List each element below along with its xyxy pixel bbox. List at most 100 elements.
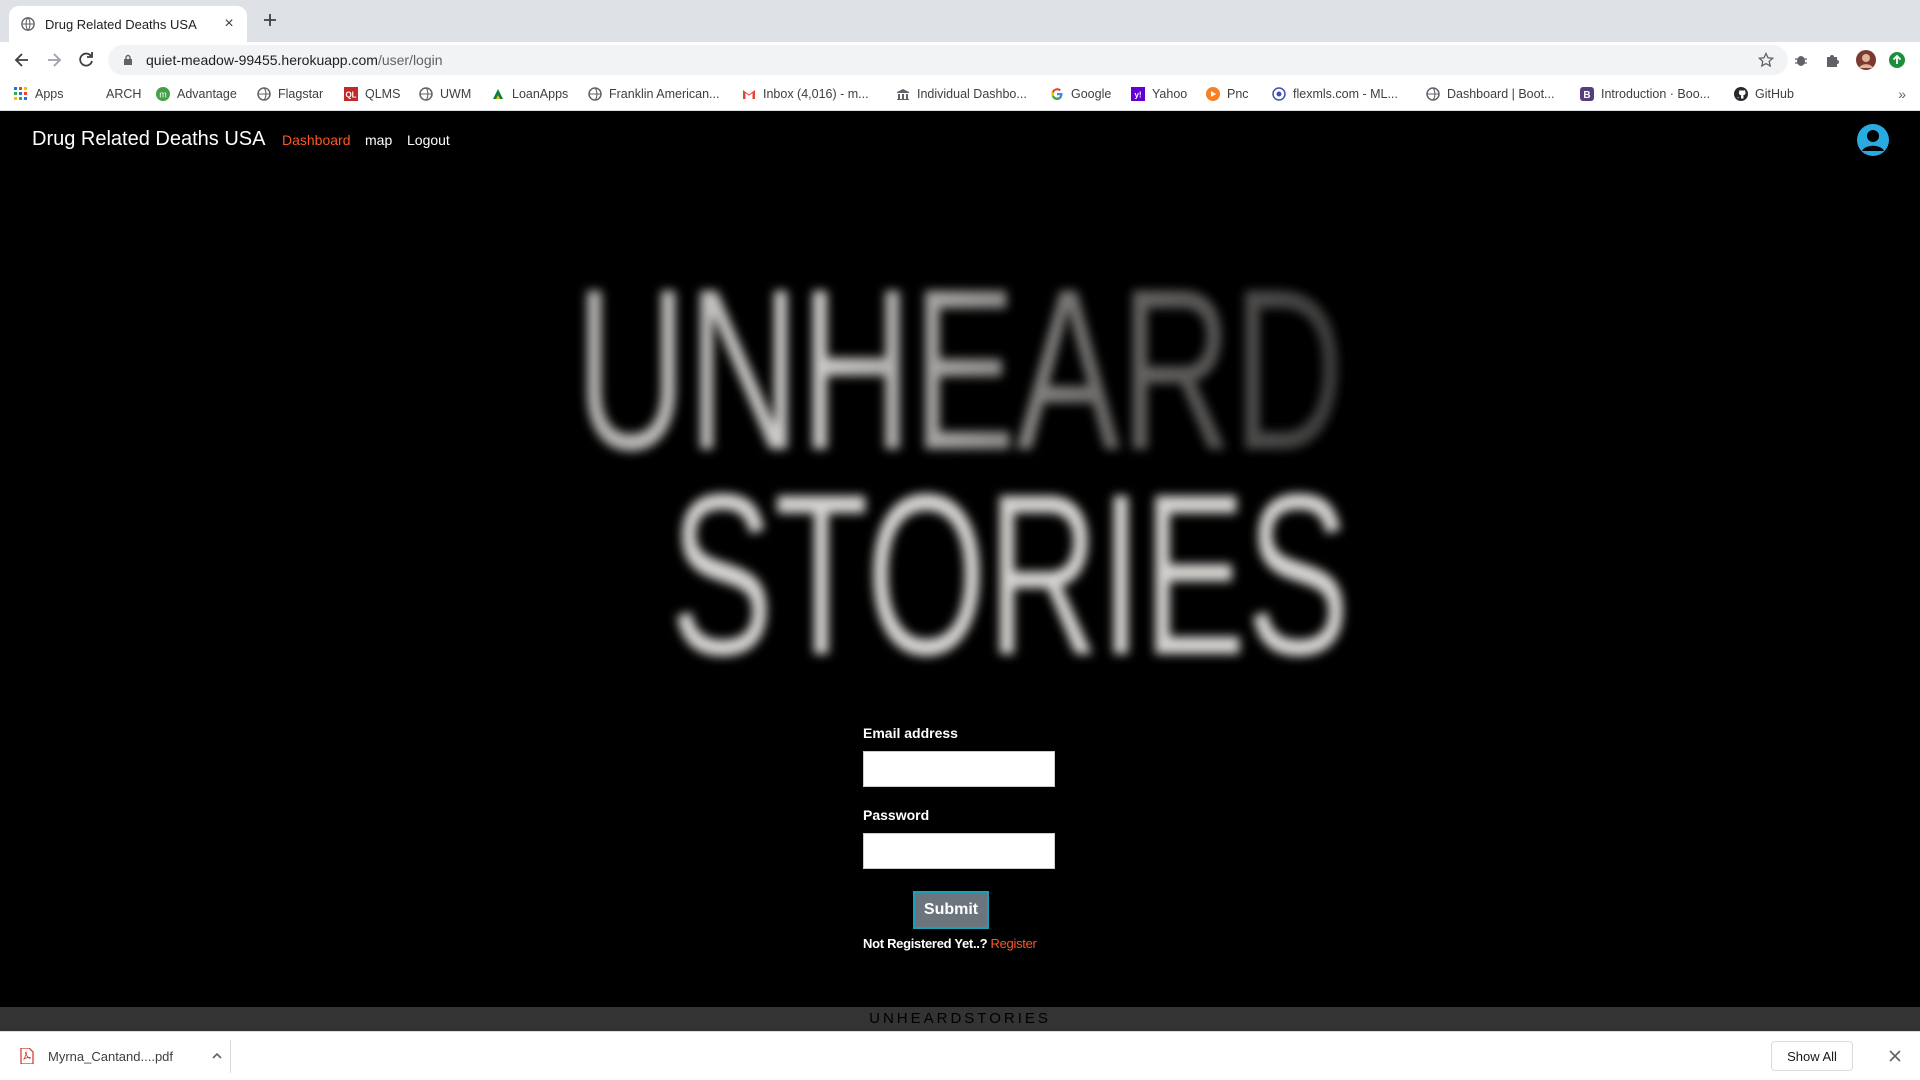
download-file-name: Myrna_Cantand....pdf	[48, 1048, 174, 1064]
building-icon	[897, 89, 909, 100]
bookmark-label: Franklin American...	[609, 87, 720, 101]
bookmark-flexmls[interactable]: flexmls.com - ML...	[1272, 85, 1398, 103]
register-prompt-text: Not Registered Yet..?	[863, 936, 988, 951]
bookmark-label: Flagstar	[278, 87, 324, 101]
download-separator	[230, 1040, 231, 1073]
url-path: /user/login	[377, 52, 443, 68]
bookmark-label: GitHub	[1755, 87, 1794, 101]
bookmark-qlms[interactable]: QL QLMS	[344, 85, 400, 103]
profile-avatar-icon[interactable]	[1856, 50, 1876, 70]
browser-tab-strip: Drug Related Deaths USA ×	[0, 0, 1920, 42]
bookmark-dashboard-boot[interactable]: Dashboard | Boot...	[1426, 85, 1554, 103]
bookmark-inbox[interactable]: Inbox (4,016) - m...	[742, 85, 869, 103]
pnc-icon	[1206, 87, 1220, 101]
svg-text:m: m	[159, 90, 167, 100]
bookmark-label: QLMS	[365, 87, 401, 101]
svg-text:B: B	[1583, 90, 1590, 101]
show-all-button[interactable]: Show All	[1771, 1041, 1853, 1071]
page-footer: UNHEARDSTORIES	[0, 1007, 1920, 1031]
bookmark-yahoo[interactable]: y! Yahoo	[1131, 85, 1187, 103]
advantage-icon: m	[156, 87, 170, 101]
email-field[interactable]	[863, 751, 1055, 787]
reload-icon[interactable]	[76, 50, 96, 70]
download-item[interactable]: Myrna_Cantand....pdf	[20, 1045, 223, 1067]
register-link[interactable]: Register	[991, 936, 1037, 951]
bookmarks-bar: Apps ARCH m Advantage Flagstar QL QLMS U…	[0, 78, 1920, 111]
more-bookmarks-icon[interactable]: »	[1898, 86, 1906, 102]
svg-text:y!: y!	[1134, 91, 1141, 100]
bookmark-flagstar[interactable]: Flagstar	[257, 85, 323, 103]
address-bar[interactable]: quiet-meadow-99455.herokuapp.com/user/lo…	[108, 45, 1788, 75]
bookmark-apps[interactable]: Apps	[14, 85, 64, 103]
bookmark-github[interactable]: GitHub	[1734, 85, 1794, 103]
bookmark-google[interactable]: Google	[1050, 85, 1111, 103]
bookmark-pnc[interactable]: Pnc	[1206, 85, 1249, 103]
lock-icon	[124, 54, 132, 65]
gmail-icon	[743, 90, 755, 99]
bug-extension-icon[interactable]	[1792, 51, 1810, 69]
back-icon[interactable]	[12, 50, 32, 70]
close-icon[interactable]	[1888, 1049, 1902, 1063]
ql-icon: QL	[344, 87, 358, 101]
github-icon	[1734, 87, 1748, 101]
password-field[interactable]	[863, 833, 1055, 869]
tab-title: Drug Related Deaths USA	[45, 16, 197, 32]
unheard-stories-logo: UNHEARD STORIES	[575, 241, 1350, 689]
globe-icon	[588, 87, 602, 101]
bookmark-uwm[interactable]: UWM	[419, 85, 471, 103]
globe-icon	[419, 87, 433, 101]
register-prompt: Not Registered Yet..? Register	[863, 936, 1037, 951]
bookmark-label: Apps	[35, 87, 64, 101]
bookmark-arch[interactable]: ARCH	[106, 85, 141, 103]
bookmark-label: Advantage	[177, 87, 237, 101]
extensions-puzzle-icon[interactable]	[1824, 51, 1842, 69]
bookmark-introduction[interactable]: B Introduction · Boo...	[1580, 85, 1710, 103]
forward-icon[interactable]	[44, 50, 64, 70]
flexmls-icon	[1272, 87, 1286, 101]
bookmark-label: flexmls.com - ML...	[1293, 87, 1398, 101]
bookmark-advantage[interactable]: m Advantage	[156, 85, 237, 103]
pdf-file-icon	[20, 1048, 34, 1064]
bookmark-label: ARCH	[106, 87, 142, 101]
update-icon[interactable]	[1888, 51, 1906, 69]
browser-tab[interactable]: Drug Related Deaths USA ×	[9, 6, 247, 42]
globe-icon	[1426, 87, 1440, 101]
bookmark-label: Dashboard | Boot...	[1447, 87, 1555, 101]
bookmark-label: LoanApps	[512, 87, 569, 101]
submit-button[interactable]: Submit	[913, 891, 989, 929]
browser-toolbar: quiet-meadow-99455.herokuapp.com/user/lo…	[0, 42, 1920, 78]
download-shelf: Myrna_Cantand....pdf Show All	[0, 1031, 1920, 1080]
bookmark-star-icon[interactable]	[1758, 52, 1774, 68]
bookmark-franklin[interactable]: Franklin American...	[588, 85, 719, 103]
bookmark-loanapps[interactable]: LoanApps	[491, 85, 568, 103]
bookmark-label: Introduction · Boo...	[1601, 87, 1711, 101]
nav-map[interactable]: map	[365, 132, 392, 148]
password-label: Password	[863, 807, 930, 823]
user-avatar-icon[interactable]	[1856, 123, 1890, 157]
loanapps-icon	[493, 89, 503, 99]
hero-line-2: STORIES	[670, 446, 1350, 689]
bookmark-label: Individual Dashbo...	[917, 87, 1027, 101]
app-navbar: Drug Related Deaths USA Dashboard map Lo…	[0, 111, 1920, 169]
tab-close-icon[interactable]: ×	[221, 16, 237, 32]
url-host: quiet-meadow-99455.herokuapp.com	[146, 52, 378, 68]
new-tab-icon[interactable]	[262, 12, 278, 28]
google-icon	[1051, 88, 1063, 100]
yahoo-icon: y!	[1131, 87, 1145, 101]
login-form: Email address Password Submit Not Regist…	[863, 725, 1063, 951]
email-label: Email address	[863, 725, 958, 741]
svg-text:QL: QL	[345, 91, 356, 100]
chevron-up-icon[interactable]	[211, 1050, 223, 1062]
footer-text: UNHEARDSTORIES	[869, 1010, 1051, 1027]
bookmark-label: Yahoo	[1152, 87, 1188, 101]
bookmark-label: UWM	[440, 87, 472, 101]
bookmark-label: Inbox (4,016) - m...	[763, 87, 869, 101]
nav-logout[interactable]: Logout	[407, 132, 450, 148]
bookmark-label: Pnc	[1227, 87, 1249, 101]
bookmark-label: Google	[1071, 87, 1112, 101]
brand-title[interactable]: Drug Related Deaths USA	[32, 128, 265, 151]
hero-section: UNHEARD STORIES	[0, 169, 1920, 1009]
nav-dashboard[interactable]: Dashboard	[282, 132, 351, 148]
apps-grid-icon	[14, 87, 27, 100]
bookmark-individual-dashboard[interactable]: Individual Dashbo...	[896, 85, 1027, 103]
